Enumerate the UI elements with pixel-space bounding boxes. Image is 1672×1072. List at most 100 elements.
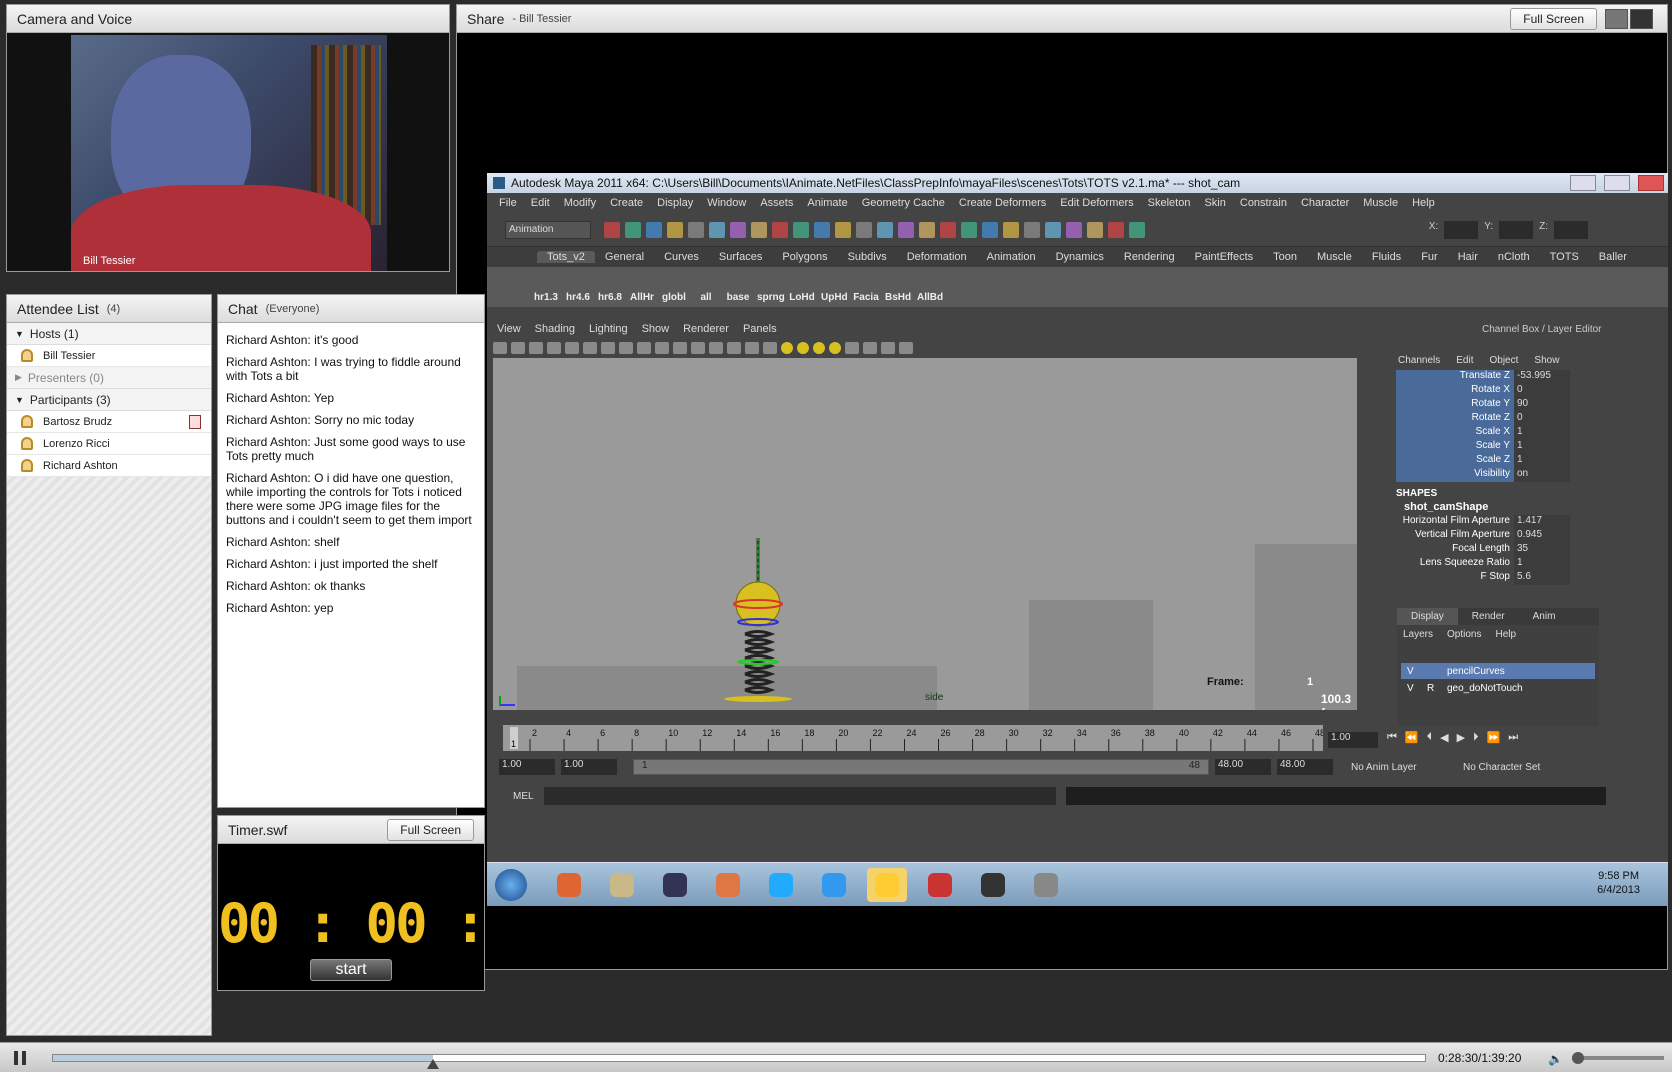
channel-box-menu-item[interactable]: Channels [1398,355,1440,366]
maya-menu-item[interactable]: Edit [531,197,550,209]
shelf-tab[interactable]: Muscle [1307,251,1362,263]
channel-box-menu-item[interactable]: Object [1490,355,1519,366]
maya-menu-item[interactable]: Edit Deformers [1060,197,1133,209]
current-time-field[interactable]: 1.00 [1328,732,1378,748]
channel-row[interactable]: Horizontal Film Aperture 1.417 [1396,515,1570,529]
participant-row[interactable]: Lorenzo Ricci [7,433,211,455]
time-slider[interactable]: 2 4 6 8 10 12 14 16 18 20 22 24 26 28 30 32 34 36 38 40 42 44… [503,725,1323,751]
anim-layer-dropdown[interactable]: No Anim Layer [1351,762,1447,773]
timer-start-button[interactable]: start [310,959,392,981]
viewport-tool-icon[interactable] [601,342,615,354]
shelf-tab[interactable]: Baller [1589,251,1637,263]
channel-value[interactable]: 0.945 [1514,529,1570,543]
toolbar-icon[interactable] [751,221,767,238]
range-start-field[interactable]: 1.00 [561,759,617,775]
toolbar-icon[interactable] [772,221,788,238]
start-time-field[interactable]: 1.00 [499,759,555,775]
toolbar-icon[interactable] [877,221,893,238]
viewport-tool-icon[interactable] [781,342,793,354]
channel-value[interactable]: 0 [1514,384,1570,398]
range-end-field[interactable]: 48.00 [1215,759,1271,775]
x-input[interactable] [1444,220,1479,239]
toolbar-icon[interactable] [835,221,851,238]
channel-row[interactable]: F Stop 5.6 [1396,571,1570,585]
panel-menu-item[interactable]: Panels [743,323,777,335]
maya-menu-item[interactable]: Help [1412,197,1435,209]
maya-menu-item[interactable]: Constrain [1240,197,1287,209]
panel-menu-item[interactable]: View [497,323,521,335]
shelf-tab[interactable]: Dynamics [1046,251,1114,263]
toolbar-icon[interactable] [688,221,704,238]
go-end-icon[interactable]: ⏭ [1508,731,1518,744]
shelf-tab[interactable]: Fur [1411,251,1448,263]
viewport-tool-icon[interactable] [619,342,633,354]
go-start-icon[interactable]: ⏮ [1387,731,1397,744]
toolbar-icon[interactable] [919,221,935,238]
channel-value[interactable]: 1.417 [1514,515,1570,529]
viewport-tool-icon[interactable] [763,342,777,354]
range-slider[interactable]: 1 48 [633,759,1209,775]
toolbar-icon[interactable] [982,221,998,238]
toolbar-icon[interactable] [856,221,872,238]
toolbar-icon[interactable] [604,221,620,238]
close-icon[interactable] [1638,175,1664,191]
viewport-tool-icon[interactable] [813,342,825,354]
toolbar-icon[interactable] [898,221,914,238]
char-set-dropdown[interactable]: No Character Set [1463,762,1559,773]
maya-menu-item[interactable]: Skeleton [1148,197,1191,209]
layer-tab[interactable]: Anim [1519,608,1570,625]
viewport[interactable]: side Frame: 1 100.3 fps [493,358,1357,710]
channel-value[interactable]: 5.6 [1514,571,1570,585]
layer-tab[interactable]: Display [1397,608,1458,625]
layer-name[interactable]: pencilCurves [1447,666,1505,677]
channel-value[interactable]: -53.995 [1514,370,1570,384]
toolbar-icon[interactable] [646,221,662,238]
channel-row[interactable]: Scale Z 1 [1396,454,1570,468]
play-back-icon[interactable]: ◀ [1440,731,1448,744]
y-input[interactable] [1499,220,1534,239]
mode-selector[interactable]: Animation [505,220,591,239]
viewport-tool-icon[interactable] [745,342,759,354]
shelf-button[interactable]: hr1.3 [533,292,559,303]
participant-row[interactable]: Richard Ashton [7,455,211,477]
channel-value[interactable]: 35 [1514,543,1570,557]
volume-slider[interactable] [1572,1052,1664,1064]
toolbar-icon[interactable] [625,221,641,238]
viewport-tool-icon[interactable] [691,342,705,354]
shelf-button[interactable]: LoHd [789,292,815,303]
playback-scrubber-icon[interactable] [426,1059,439,1069]
volume-icon[interactable]: 🔈 [1548,1052,1563,1066]
toolbar-icon[interactable] [730,221,746,238]
shelf-button[interactable]: base [725,292,751,303]
layer-menu-item[interactable]: Help [1495,629,1516,640]
viewport-tool-icon[interactable] [829,342,841,354]
maya-menu-item[interactable]: Display [657,197,693,209]
channel-row[interactable]: Rotate Y 90 [1396,398,1570,412]
toolbar-icon[interactable] [1129,221,1145,238]
layer-menu-item[interactable]: Options [1447,629,1481,640]
channel-row[interactable]: Rotate X 0 [1396,384,1570,398]
viewport-tool-icon[interactable] [511,342,525,354]
taskbar-app-icon[interactable] [708,868,748,902]
shelf-tab[interactable]: Deformation [897,251,977,263]
maya-menu-item[interactable]: File [499,197,517,209]
maya-menu-item[interactable]: Create Deformers [959,197,1046,209]
toolbar-icon[interactable] [709,221,725,238]
shelf-button[interactable]: sprng [757,292,785,303]
shelf-tab[interactable]: Subdivs [838,251,897,263]
step-forward-icon[interactable]: ⏵ [1473,731,1479,744]
viewport-tool-icon[interactable] [547,342,561,354]
shelf-tab[interactable]: Polygons [772,251,837,263]
timer-fullscreen-button[interactable]: Full Screen [387,818,474,841]
toolbar-icon[interactable] [667,221,683,238]
shelf-tab[interactable]: nCloth [1488,251,1540,263]
channel-box-menu-item[interactable]: Show [1534,355,1559,366]
viewport-tool-icon[interactable] [529,342,543,354]
shelf-tab[interactable]: Animation [977,251,1046,263]
channel-row[interactable]: Translate Z -53.995 [1396,370,1570,384]
channel-row[interactable]: Rotate Z 0 [1396,412,1570,426]
layer-visibility-toggle[interactable]: V [1407,683,1421,694]
taskbar-app-icon[interactable] [602,868,642,902]
shelf-tab[interactable]: Rendering [1114,251,1185,263]
viewport-tool-icon[interactable] [673,342,687,354]
